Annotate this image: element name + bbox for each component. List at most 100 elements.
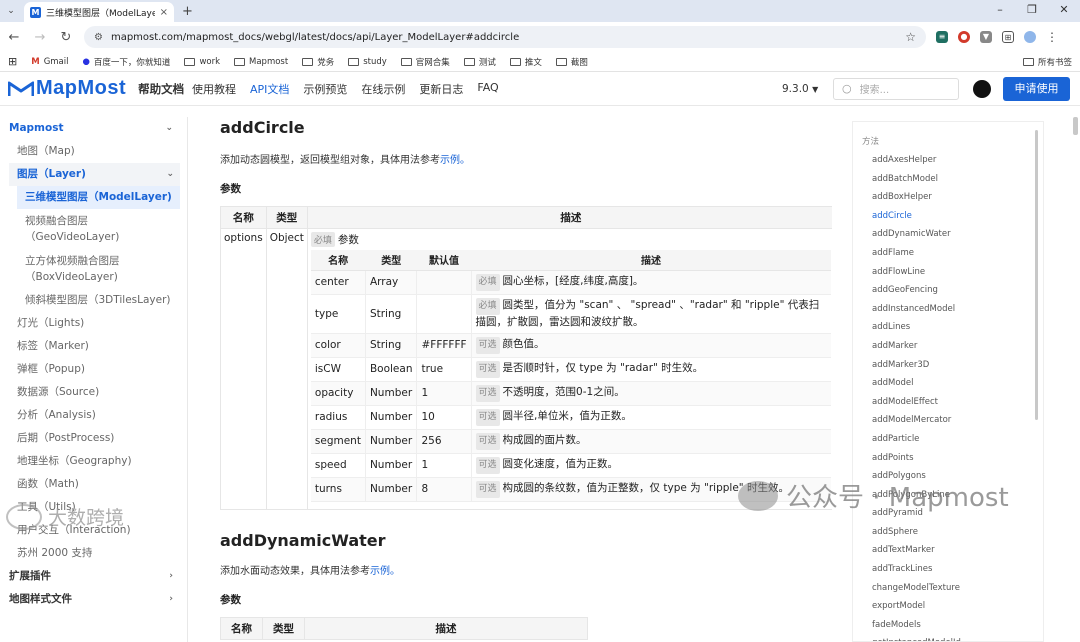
toc-item[interactable]: addModelMercator [853, 411, 1043, 430]
nav-online-examples[interactable]: 在线示例 [361, 81, 405, 97]
example-link[interactable]: 示例。 [440, 155, 470, 166]
toc-item[interactable]: addFlowLine [853, 263, 1043, 282]
bookmark-folder[interactable]: 截图 [555, 56, 588, 68]
bookmark-folder[interactable]: work [184, 57, 220, 67]
params-heading: 参数 [220, 183, 241, 195]
sidebar-item-geography[interactable]: 地理坐标（Geography) [0, 450, 187, 473]
sidebar-item-geo-video-layer[interactable]: 视频融合图层 （GeoVideoLayer) [0, 209, 187, 249]
sidebar-section-mapmost[interactable]: Mapmost ⌄ [0, 117, 187, 140]
sidebar-item-marker[interactable]: 标签（Marker) [0, 335, 187, 358]
nav-examples-preview[interactable]: 示例预览 [303, 81, 347, 97]
example-link[interactable]: 示例。 [370, 566, 400, 577]
toc-scrollbar[interactable] [1035, 130, 1038, 420]
github-icon[interactable] [973, 79, 991, 98]
toc-item[interactable]: addModel [853, 374, 1043, 393]
sidebar-item-layer[interactable]: 图层（Layer) ⌄ [9, 163, 180, 186]
toc-item[interactable]: addFlame [853, 244, 1043, 263]
toc-item[interactable]: fadeModels [853, 616, 1043, 635]
bookmark-baidu[interactable]: ● 百度一下，你就知道 [83, 56, 171, 68]
sidebar-item-map[interactable]: 地图（Map) [0, 140, 187, 163]
toc-item[interactable]: changeModelTexture [853, 579, 1043, 598]
close-window-icon[interactable]: ✕ [1048, 0, 1080, 22]
site-info-icon[interactable]: ⚙ [94, 32, 103, 43]
nav-api-docs[interactable]: API文档 [250, 81, 289, 97]
cell-default: true [416, 357, 472, 382]
profile-avatar[interactable] [1024, 31, 1036, 43]
toc-item[interactable]: addInstancedModel [853, 300, 1043, 319]
reload-icon[interactable]: ↻ [58, 30, 74, 45]
forward-icon[interactable]: → [32, 30, 48, 45]
nav-changelog[interactable]: 更新日志 [419, 81, 463, 97]
cell-name: type [310, 294, 366, 334]
cell-name: isCW [310, 357, 366, 382]
bookmark-folder[interactable]: 官网合集 [400, 56, 450, 68]
toc-item[interactable]: addAxesHelper [853, 151, 1043, 170]
toc-item[interactable]: addMarker3D [853, 356, 1043, 375]
caret-down-icon: ▼ [812, 84, 819, 94]
toc-item[interactable]: exportModel [853, 597, 1043, 616]
extension-icon[interactable]: ● [958, 31, 970, 43]
sidebar-item-analysis[interactable]: 分析（Analysis) [0, 404, 187, 427]
nav-tutorial[interactable]: 使用教程 [192, 81, 236, 97]
search-input[interactable]: ○ 搜索... [833, 77, 959, 100]
toc-item[interactable]: addTextMarker [853, 541, 1043, 560]
version-select[interactable]: 9.3.0 ▼ [782, 83, 818, 95]
sidebar-item-postprocess[interactable]: 后期（PostProcess) [0, 427, 187, 450]
tab-list-chevron-icon[interactable]: ⌄ [0, 6, 22, 16]
toc-item[interactable]: addDynamicWater [853, 225, 1043, 244]
toc-item[interactable]: addParticle [853, 430, 1043, 449]
back-icon[interactable]: ← [6, 30, 22, 45]
apply-button[interactable]: 申请使用 [1003, 76, 1070, 101]
sidebar-item-suzhou-2000[interactable]: 苏州 2000 支持 [0, 542, 187, 565]
tab-close-icon[interactable]: × [160, 7, 168, 18]
toc-item[interactable]: addLines [853, 318, 1043, 337]
all-bookmarks[interactable]: 所有书签 [1022, 56, 1072, 68]
toc-item[interactable]: addBoxHelper [853, 188, 1043, 207]
toc-item[interactable]: addSphere [853, 523, 1043, 542]
sidebar-item-box-video-layer[interactable]: 立方体视频融合图层 （BoxVideoLayer) [0, 249, 187, 289]
bookmark-folder[interactable]: 推文 [509, 56, 542, 68]
toc-item[interactable]: addModelEffect [853, 393, 1043, 412]
toc-item[interactable]: getInstancedModelId [853, 634, 1043, 641]
sidebar-group-map-styles[interactable]: 地图样式文件 › [0, 588, 187, 611]
new-tab-icon[interactable]: + [182, 4, 193, 19]
nav-faq[interactable]: FAQ [477, 81, 498, 97]
toc-item[interactable]: addGeoFencing [853, 281, 1043, 300]
minimize-icon[interactable]: – [984, 0, 1016, 22]
toc-item[interactable]: addTrackLines [853, 560, 1043, 579]
bookmark-folder[interactable]: 测试 [463, 56, 496, 68]
browser-tab[interactable]: M 三维模型图层（ModelLayer) × [24, 2, 174, 22]
sidebar-item-lights[interactable]: 灯光（Lights) [0, 312, 187, 335]
toc-item[interactable]: addCircle [853, 207, 1043, 226]
sidebar-item-model-layer[interactable]: 三维模型图层（ModelLayer) [17, 186, 180, 209]
restore-icon[interactable]: ❐ [1016, 0, 1048, 22]
bookmark-folder[interactable]: study [348, 57, 387, 67]
optional-badge: 可选 [475, 456, 500, 474]
url-bar[interactable]: ⚙ mapmost.com/mapmost_docs/webgl/latest/… [84, 26, 926, 48]
sidebar-item-source[interactable]: 数据源（Source) [0, 381, 187, 404]
browser-menu-icon[interactable]: ⋮ [1046, 30, 1058, 44]
bookmark-folder[interactable]: Mapmost [234, 57, 288, 67]
chevron-down-icon: ⌄ [165, 123, 173, 133]
bookmark-gmail[interactable]: M Gmail [31, 57, 68, 67]
extension-icon[interactable]: ≡ [936, 31, 948, 43]
extension-icon[interactable]: ▼ [980, 31, 992, 43]
bookmark-star-icon[interactable]: ☆ [905, 30, 916, 44]
desc-text: 圆心坐标，[经度,纬度,高度]。 [502, 274, 644, 287]
toc-item[interactable]: addPoints [853, 449, 1043, 468]
bookmark-folder[interactable]: 党务 [302, 56, 334, 68]
logo[interactable]: MapMost 帮助文档 [8, 77, 184, 100]
apps-grid-icon[interactable]: ⊞ [8, 55, 17, 68]
sidebar-item-3dtiles-layer[interactable]: 倾斜模型图层（3DTilesLayer) [0, 289, 187, 312]
method-description: 添加动态圆模型，返回模型组对象，具体用法参考示例。 [220, 155, 470, 166]
sidebar-item-math[interactable]: 函数（Math) [0, 473, 187, 496]
page-scrollbar[interactable] [1073, 117, 1078, 135]
sidebar-item-popup[interactable]: 弹框（Popup) [0, 358, 187, 381]
sidebar-group-plugins[interactable]: 扩展插件 › [0, 565, 187, 588]
extensions-puzzle-icon[interactable]: ⊞ [1002, 31, 1014, 43]
col-header-type: 类型 [262, 616, 305, 640]
toc-item[interactable]: addMarker [853, 337, 1043, 356]
docs-main: Mapmost ⌄ 地图（Map) 图层（Layer) ⌄ 三维模型图层（Model… [0, 107, 1080, 642]
url-text[interactable]: mapmost.com/mapmost_docs/webgl/latest/do… [111, 32, 897, 43]
toc-item[interactable]: addBatchModel [853, 170, 1043, 189]
